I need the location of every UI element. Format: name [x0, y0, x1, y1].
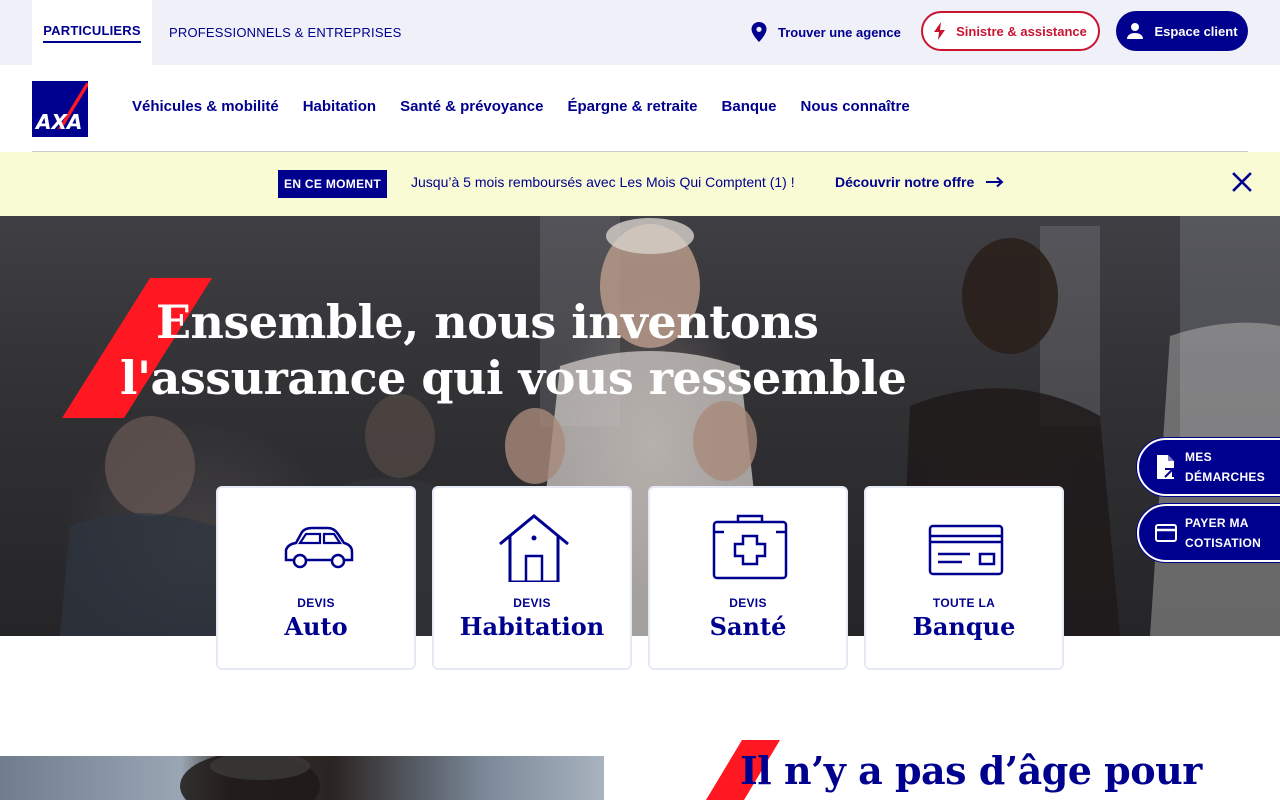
card-kicker: TOUTE LA [932, 596, 996, 610]
house-icon [499, 514, 569, 582]
pay-contribution-button[interactable]: PAYER MA COTISATION [1137, 504, 1280, 562]
main-navigation: Véhicules & mobilité Habitation Santé & … [132, 98, 910, 115]
my-procedures-button[interactable]: MES DÉMARCHES [1137, 438, 1280, 496]
card-name: Habitation [459, 612, 605, 641]
tab-professionnels-label: PROFESSIONNELS & ENTREPRISES [169, 25, 402, 40]
lower-photo-shapes [180, 756, 320, 800]
quote-card-auto[interactable]: DEVIS Auto [216, 486, 416, 670]
hero-title: Ensemble, nous inventons l'assurance qui… [120, 294, 907, 406]
client-space-button[interactable]: Espace client [1116, 11, 1248, 51]
claim-assistance-label: Sinistre & assistance [956, 23, 1087, 39]
car-icon [284, 526, 354, 569]
card-icon [1155, 524, 1177, 542]
quote-card-habitation[interactable]: DEVIS Habitation [432, 486, 632, 670]
card-kicker: DEVIS [297, 596, 335, 610]
promo-offer-label: Découvrir notre offre [835, 174, 975, 190]
card-name: Santé [709, 612, 787, 641]
location-pin-icon [751, 22, 767, 42]
user-icon [1127, 23, 1144, 39]
axa-logo-text: AXA [34, 110, 82, 134]
client-space-label: Espace client [1154, 23, 1238, 39]
nav-item-banque[interactable]: Banque [722, 98, 777, 115]
promo-badge: EN CE MOMENT [278, 170, 387, 198]
card-kicker: DEVIS [513, 596, 551, 610]
tab-particuliers-label: PARTICULIERS [43, 23, 141, 43]
claim-assistance-button[interactable]: Sinistre & assistance [921, 11, 1100, 51]
close-icon[interactable] [1230, 170, 1254, 194]
nav-item-habitation[interactable]: Habitation [303, 98, 376, 115]
hero-title-line1: Ensemble, nous inventons [156, 295, 819, 349]
find-agency-label: Trouver une agence [778, 24, 901, 40]
promo-banner: EN CE MOMENT Jusqu’à 5 mois remboursés a… [0, 152, 1280, 216]
card-kicker: DEVIS [729, 596, 767, 610]
nav-item-sante[interactable]: Santé & prévoyance [400, 98, 543, 115]
card-name: Auto [284, 612, 348, 641]
arrow-right-icon [986, 176, 1004, 188]
medical-kit-icon [712, 514, 788, 580]
hero-title-line2: l'assurance qui vous ressemble [120, 351, 907, 405]
section-title: Il n’y a pas d’âge pour [740, 748, 1202, 793]
promo-text: Jusqu’à 5 mois remboursés avec Les Mois … [411, 174, 795, 190]
nav-item-epargne[interactable]: Épargne & retraite [567, 98, 697, 115]
top-utility-bar: PARTICULIERS PROFESSIONNELS & ENTREPRISE… [0, 0, 1280, 65]
document-icon [1157, 455, 1174, 479]
nav-item-nous-connaitre[interactable]: Nous connaître [801, 98, 910, 115]
lightning-icon [934, 22, 946, 40]
lower-section-image [0, 756, 604, 800]
tab-particuliers[interactable]: PARTICULIERS [32, 0, 152, 65]
quote-card-sante[interactable]: DEVIS Santé [648, 486, 848, 670]
find-agency-link[interactable]: Trouver une agence [750, 20, 901, 44]
nav-item-vehicules[interactable]: Véhicules & mobilité [132, 98, 279, 115]
credit-card-icon [928, 524, 1004, 576]
my-procedures-label: MES DÉMARCHES [1185, 450, 1266, 484]
promo-offer-link[interactable]: Découvrir notre offre [835, 174, 1004, 190]
card-name: Banque [912, 612, 1016, 641]
tab-professionnels[interactable]: PROFESSIONNELS & ENTREPRISES [169, 0, 401, 65]
pay-contribution-label: PAYER MA COTISATION [1185, 516, 1262, 550]
axa-logo[interactable]: AXA [32, 81, 88, 137]
quote-card-banque[interactable]: TOUTE LA Banque [864, 486, 1064, 670]
axa-logo-mark: AXA [32, 81, 88, 137]
